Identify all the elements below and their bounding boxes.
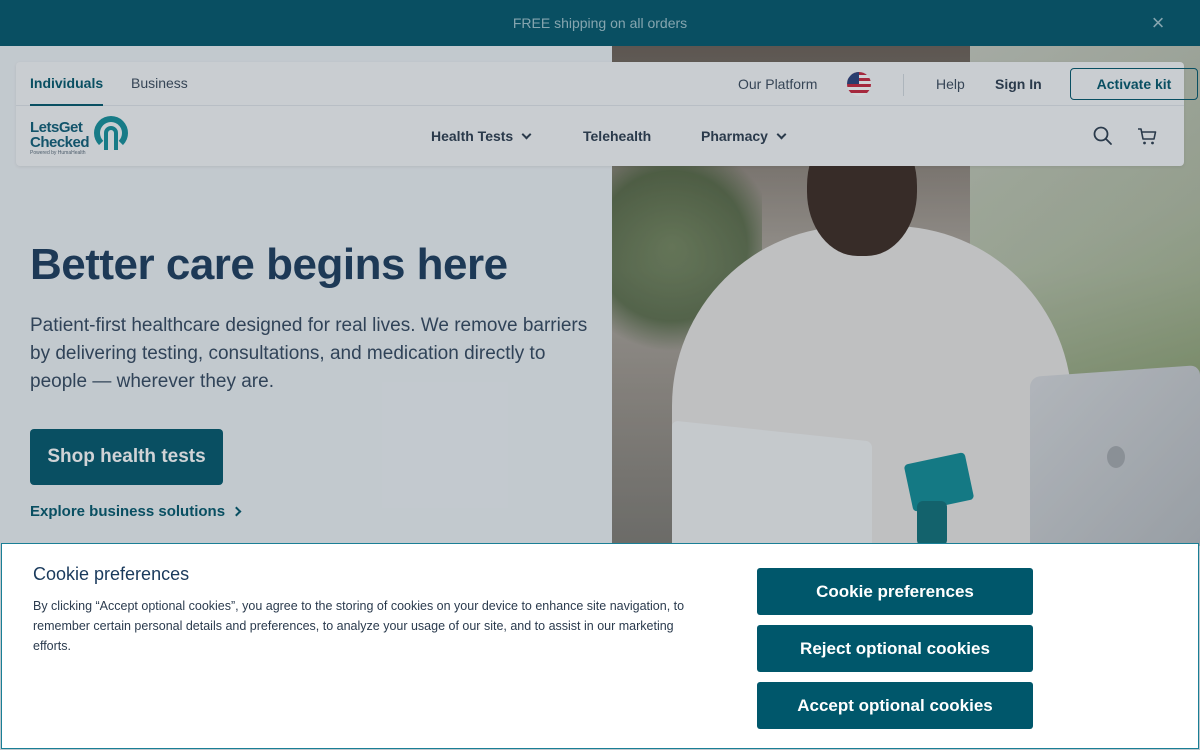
flag-canton — [847, 72, 859, 84]
nav-pharmacy[interactable]: Pharmacy — [701, 106, 787, 166]
tab-individuals[interactable]: Individuals — [30, 62, 104, 106]
explore-business-label: Explore business solutions — [30, 503, 226, 520]
hero-title: Better care begins here — [30, 240, 508, 289]
tab-business[interactable]: Business — [131, 62, 188, 106]
utility-bar: Individuals Business Our Platform Help S… — [16, 62, 1198, 106]
close-icon[interactable]: × — [1148, 12, 1168, 34]
logo-line-2: Checked — [30, 134, 90, 151]
our-platform-link[interactable]: Our Platform — [738, 62, 817, 106]
us-flag-icon[interactable] — [847, 72, 871, 96]
cookie-description: By clicking “Accept optional cookies”, y… — [33, 599, 685, 653]
cookie-title: Cookie preferences — [33, 564, 190, 584]
cart-icon[interactable] — [1135, 124, 1159, 148]
logo[interactable]: LetsGet Checked Powered by HumaHealth — [30, 116, 130, 156]
reject-cookies-button[interactable]: Reject optional cookies — [757, 625, 1033, 672]
explore-business-link[interactable]: Explore business solutions — [30, 503, 242, 520]
chevron-down-icon — [521, 129, 532, 139]
search-icon[interactable] — [1091, 124, 1115, 148]
sign-in-link[interactable]: Sign In — [995, 62, 1042, 106]
logo-arch-icon — [104, 126, 118, 150]
photo-apple-logo — [1107, 446, 1125, 468]
activate-kit-button[interactable]: Activate kit — [1070, 68, 1198, 100]
nav-health-tests-label: Health Tests — [431, 128, 514, 144]
hero-subtitle: Patient-first healthcare designed for re… — [30, 315, 588, 392]
nav-telehealth[interactable]: Telehealth — [583, 106, 651, 166]
photo-test-kit-box — [672, 420, 872, 546]
accept-cookies-button[interactable]: Accept optional cookies — [757, 682, 1033, 729]
promo-text: FREE shipping on all orders — [512, 15, 688, 31]
logo-subtitle: Powered by HumaHealth — [30, 150, 86, 156]
chevron-down-icon — [776, 129, 787, 139]
logo-wordmark: LetsGet Checked — [30, 119, 90, 151]
photo-bottle — [917, 501, 947, 546]
divider — [903, 74, 904, 96]
shop-health-tests-button[interactable]: Shop health tests — [30, 429, 223, 485]
nav-pharmacy-label: Pharmacy — [701, 128, 768, 144]
site-header: Individuals Business Our Platform Help S… — [16, 62, 1198, 166]
chevron-right-icon — [231, 506, 242, 517]
help-link[interactable]: Help — [936, 62, 965, 106]
logo-line-1: LetsGet — [30, 119, 83, 136]
cookie-banner: Cookie preferences By clicking “Accept o… — [1, 543, 1199, 749]
nav-health-tests[interactable]: Health Tests — [431, 106, 532, 166]
cookie-preferences-button[interactable]: Cookie preferences — [757, 568, 1033, 615]
promo-banner: FREE shipping on all orders × — [0, 0, 1200, 46]
nav-telehealth-label: Telehealth — [583, 128, 652, 144]
